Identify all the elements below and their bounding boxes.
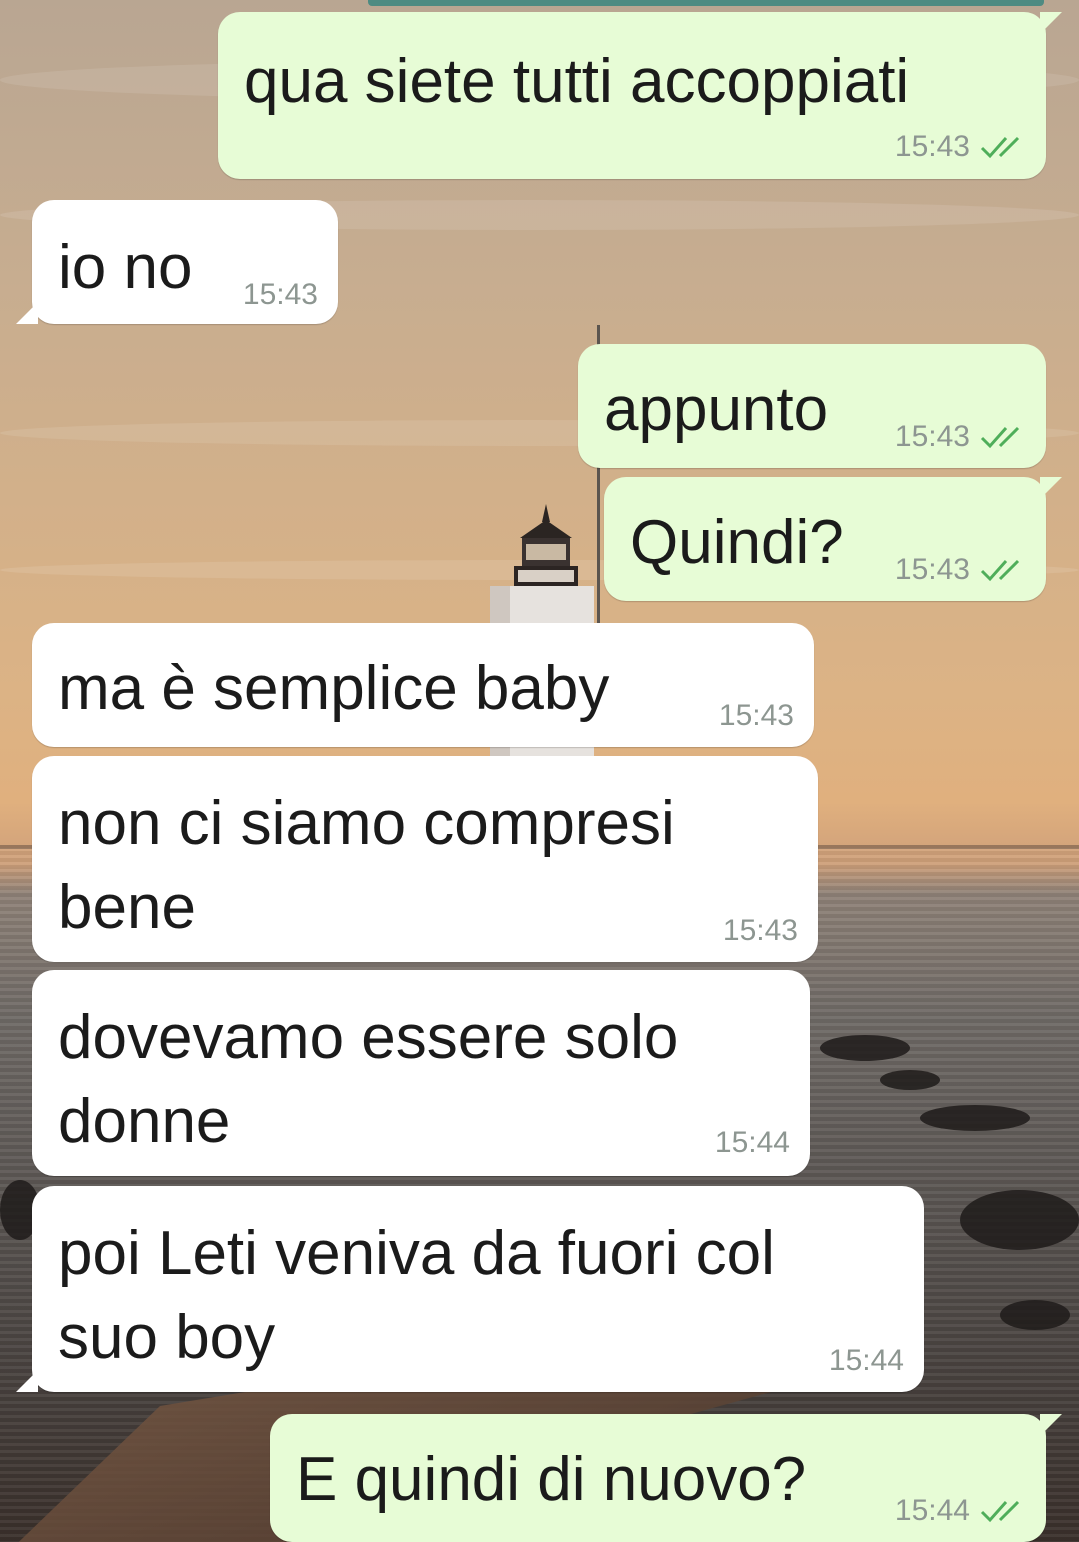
double-check-icon bbox=[980, 559, 1020, 582]
message-text: Quindi? bbox=[630, 508, 844, 577]
message-bubble-incoming[interactable]: io no 15:43 bbox=[16, 200, 338, 324]
double-check-icon bbox=[980, 136, 1020, 159]
message-text: qua siete tutti accoppiati bbox=[244, 47, 910, 116]
message-time: 15:44 bbox=[828, 1344, 904, 1377]
message-meta: 15:43 bbox=[895, 130, 1028, 164]
message-bubble-incoming[interactable]: ma è semplice baby 15:43 bbox=[32, 623, 814, 747]
previous-message-edge bbox=[368, 0, 1044, 6]
message-bubble-incoming[interactable]: non ci siamo compresi bene 15:43 bbox=[32, 756, 818, 962]
message-text: E quindi di nuovo? bbox=[296, 1445, 807, 1514]
message-text: appunto bbox=[604, 375, 829, 444]
message-meta: 15:44 bbox=[715, 1126, 790, 1160]
message-meta: 15:43 bbox=[723, 914, 798, 948]
rock bbox=[820, 1035, 910, 1061]
message-meta: 15:43 bbox=[895, 553, 1028, 587]
message-time: 15:43 bbox=[894, 420, 970, 453]
double-check-icon bbox=[980, 426, 1020, 449]
message-time: 15:43 bbox=[718, 699, 794, 732]
message-meta: 15:44 bbox=[829, 1344, 904, 1378]
message-meta: 15:44 bbox=[895, 1494, 1028, 1528]
rock bbox=[960, 1190, 1079, 1250]
message-time: 15:43 bbox=[894, 553, 970, 586]
double-check-icon bbox=[980, 1500, 1020, 1523]
message-meta: 15:43 bbox=[243, 278, 318, 312]
message-text: io no bbox=[58, 233, 193, 302]
rock bbox=[880, 1070, 940, 1090]
message-bubble-outgoing[interactable]: E quindi di nuovo? 15:44 bbox=[270, 1414, 1062, 1542]
message-time: 15:44 bbox=[714, 1126, 790, 1159]
message-meta: 15:43 bbox=[895, 420, 1028, 454]
message-bubble-incoming[interactable]: dovevamo essere solo donne 15:44 bbox=[32, 970, 810, 1176]
message-text: non ci siamo compresi bene bbox=[58, 789, 675, 942]
message-text: poi Leti veniva da fuori col suo boy bbox=[58, 1219, 775, 1372]
message-meta: 15:43 bbox=[719, 699, 794, 733]
message-time: 15:44 bbox=[894, 1494, 970, 1527]
message-time: 15:43 bbox=[722, 914, 798, 947]
message-bubble-incoming[interactable]: poi Leti veniva da fuori col suo boy 15:… bbox=[16, 1186, 924, 1392]
rock bbox=[920, 1105, 1030, 1131]
message-time: 15:43 bbox=[894, 130, 970, 163]
message-bubble-outgoing[interactable]: appunto 15:43 bbox=[578, 344, 1046, 468]
message-bubble-outgoing[interactable]: qua siete tutti accoppiati 15:43 bbox=[218, 12, 1062, 179]
message-text: dovevamo essere solo donne bbox=[58, 1003, 679, 1156]
rock bbox=[1000, 1300, 1070, 1330]
message-time: 15:43 bbox=[242, 278, 318, 311]
message-bubble-outgoing[interactable]: Quindi? 15:43 bbox=[604, 477, 1062, 601]
message-text: ma è semplice baby bbox=[58, 654, 610, 723]
